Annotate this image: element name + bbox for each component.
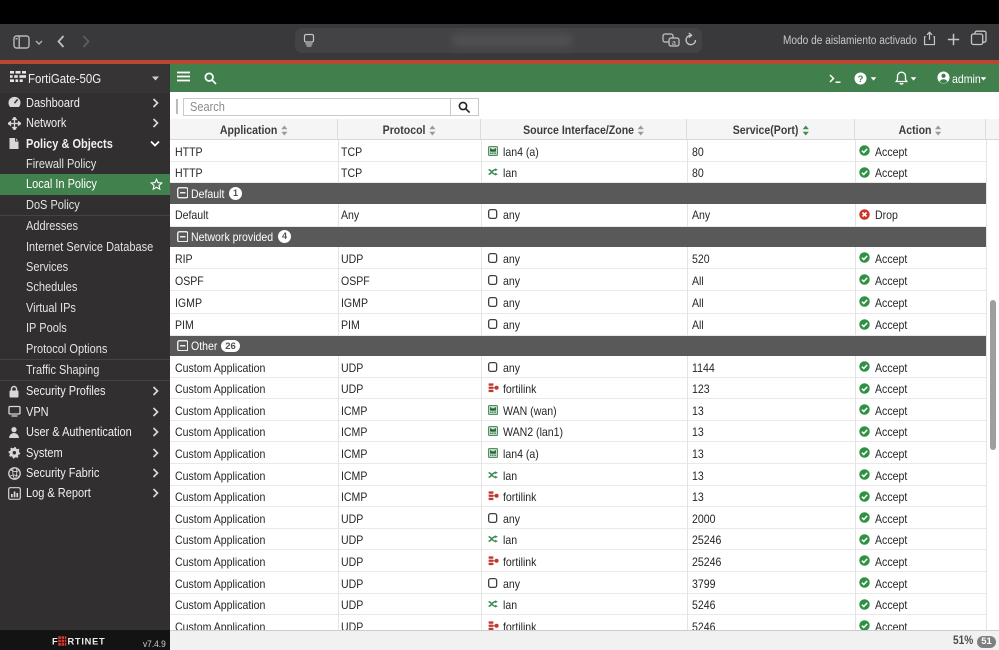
svg-text:?: ?: [858, 73, 864, 84]
svg-text:F: F: [52, 636, 58, 646]
svg-text:a: a: [672, 40, 676, 47]
svg-text:RTINET: RTINET: [68, 636, 106, 646]
